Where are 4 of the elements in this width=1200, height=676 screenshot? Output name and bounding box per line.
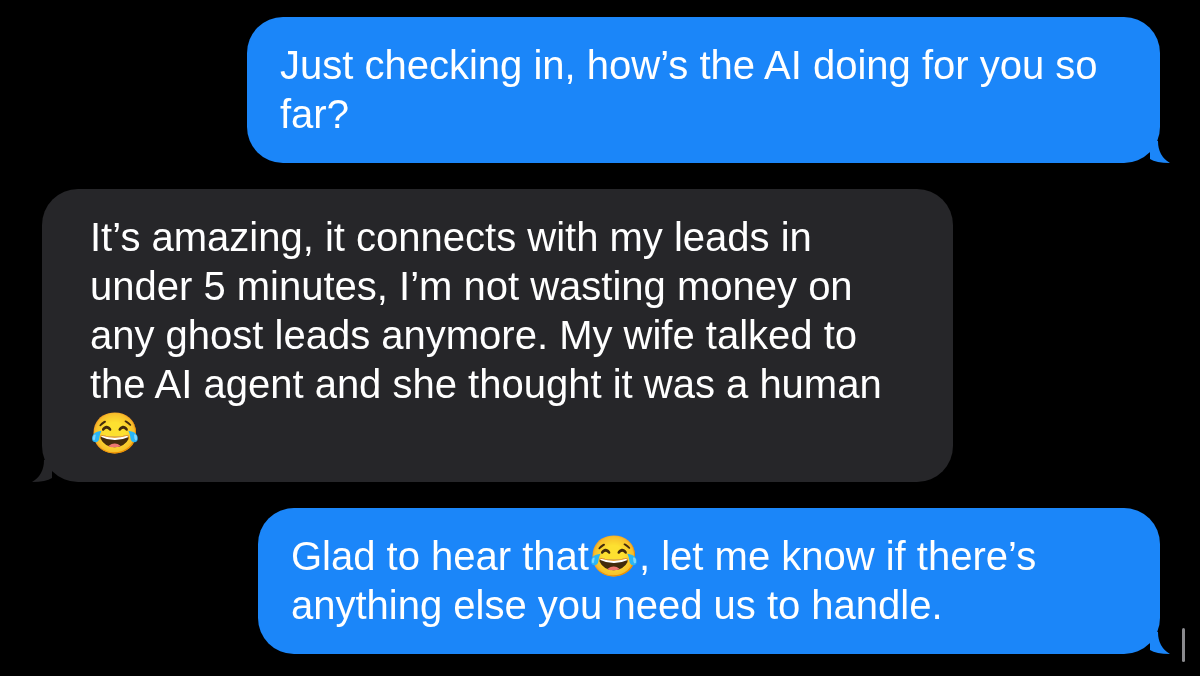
scroll-bar	[1182, 628, 1185, 662]
message-text: Glad to hear that😂, let me know if there’s anything else you need us to handle.	[291, 534, 1037, 627]
message-text: Just checking in, how’s the AI doing for you so far?	[280, 43, 1098, 136]
message-text: It’s amazing, it connects with my leads in under 5 minutes, I’m not wasting money on any ghost leads anymore. My wife talked to the AI agent and she thought it was a human😂	[90, 215, 882, 455]
